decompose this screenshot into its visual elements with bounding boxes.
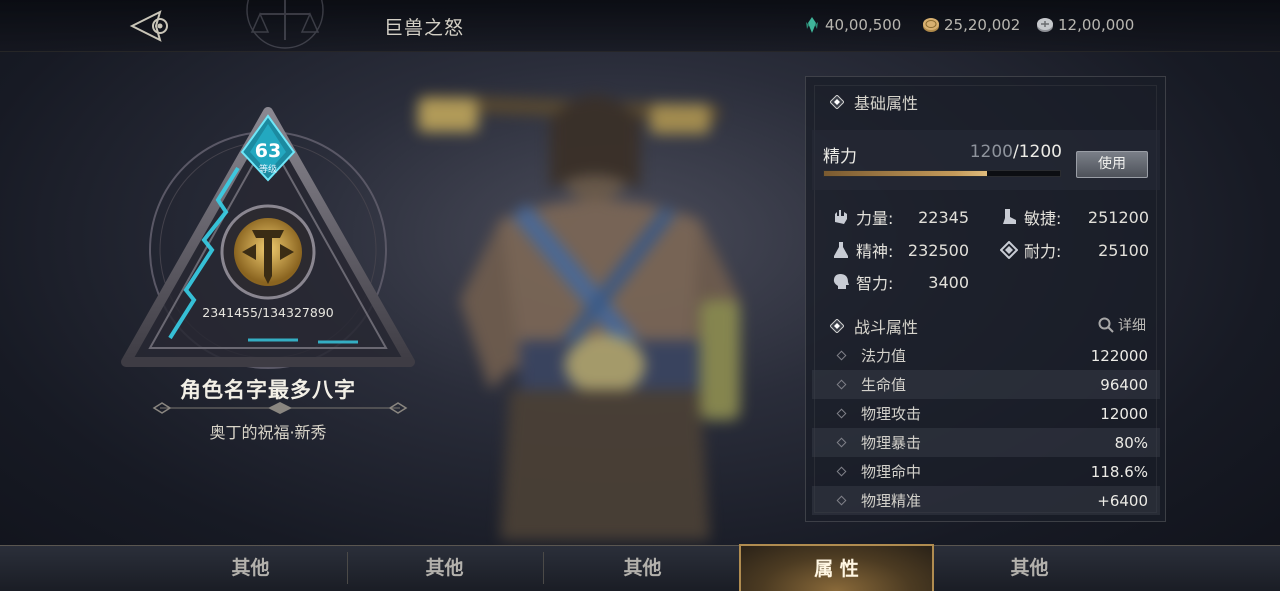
energy-value: 1200/1200 bbox=[940, 142, 1062, 162]
stat-label: 耐力: bbox=[1024, 242, 1062, 261]
fist-icon bbox=[835, 210, 847, 224]
currency-silver: 12,00,000 bbox=[1036, 16, 1134, 34]
energy-bar bbox=[823, 170, 1061, 177]
section-title: 基础属性 bbox=[854, 94, 919, 113]
level-number: 63 bbox=[254, 140, 282, 162]
combat-value: 118.6% bbox=[1090, 462, 1148, 481]
currency-value: 25,20,002 bbox=[944, 16, 1021, 34]
detail-button[interactable]: 详细 bbox=[1098, 315, 1146, 335]
combat-value: 12000 bbox=[1100, 404, 1148, 423]
bullet-diamond-icon bbox=[836, 350, 847, 361]
tab-other-3[interactable]: 其他 bbox=[545, 545, 740, 591]
stat-stamina: 耐力: 25100 bbox=[1000, 238, 1149, 262]
combat-row: 物理暴击 80% bbox=[812, 428, 1160, 457]
stat-value: 25100 bbox=[1098, 240, 1149, 260]
stat-agility: 敏捷: 251200 bbox=[1000, 205, 1149, 229]
stat-value: 251200 bbox=[1087, 207, 1149, 227]
bullet-diamond-icon bbox=[836, 408, 847, 419]
section-title: 战斗属性 bbox=[854, 318, 919, 337]
stat-intelligence: 智力: 3400 bbox=[832, 270, 969, 294]
stat-value: 22345 bbox=[918, 207, 969, 227]
bullet-diamond-icon bbox=[836, 495, 847, 506]
name-ornament-icon bbox=[152, 402, 408, 414]
shield-diamond-icon bbox=[1000, 241, 1018, 259]
stat-value: 232500 bbox=[907, 240, 969, 260]
back-arrow-icon bbox=[129, 10, 168, 42]
currency-crystal: 40,00,500 bbox=[803, 16, 901, 34]
tab-divider bbox=[543, 552, 544, 584]
gold-coin-icon bbox=[923, 18, 939, 32]
back-button[interactable] bbox=[126, 8, 174, 44]
energy-max: /1200 bbox=[1013, 142, 1062, 162]
brain-head-icon bbox=[833, 274, 849, 289]
combat-label: 法力值 bbox=[861, 347, 907, 365]
bullet-diamond-icon bbox=[836, 437, 847, 448]
combat-row: 物理精准 +6400 bbox=[812, 486, 1160, 515]
experience-text: 2341455/134327890 bbox=[202, 305, 334, 320]
currency-value: 40,00,500 bbox=[825, 16, 902, 34]
level-label: 等级 bbox=[258, 165, 277, 175]
combat-label: 物理精准 bbox=[861, 492, 922, 510]
combat-value: 122000 bbox=[1090, 346, 1148, 365]
detail-label: 详细 bbox=[1118, 318, 1146, 334]
stat-label: 精神: bbox=[856, 242, 894, 261]
tab-other-1[interactable]: 其他 bbox=[153, 545, 348, 591]
tab-other-4[interactable]: 其他 bbox=[932, 545, 1127, 591]
currency-gold: 25,20,002 bbox=[922, 16, 1020, 34]
diamond-icon bbox=[830, 319, 844, 333]
bullet-diamond-icon bbox=[836, 466, 847, 477]
stat-strength: 力量: 22345 bbox=[832, 205, 969, 229]
silver-coin-icon bbox=[1037, 18, 1053, 32]
energy-label: 精力 bbox=[823, 147, 857, 167]
boot-icon bbox=[1003, 209, 1016, 224]
combat-row: 法力值 122000 bbox=[812, 341, 1160, 370]
energy-bar-fill bbox=[824, 171, 987, 176]
combat-attributes-header: 战斗属性 bbox=[830, 314, 918, 338]
stat-value: 3400 bbox=[928, 272, 969, 292]
combat-label: 生命值 bbox=[861, 376, 907, 394]
combat-value: +6400 bbox=[1097, 491, 1148, 510]
tab-attributes[interactable]: 属 性 bbox=[739, 544, 934, 591]
green-crystal-icon bbox=[806, 17, 818, 33]
hero-character-image bbox=[418, 94, 740, 540]
combat-value: 96400 bbox=[1100, 375, 1148, 394]
currency-value: 12,00,000 bbox=[1058, 16, 1135, 34]
combat-row: 生命值 96400 bbox=[812, 370, 1160, 399]
character-title: 奥丁的祝福·新秀 bbox=[209, 423, 327, 442]
page-title: 巨兽之怒 bbox=[384, 17, 465, 39]
combat-row: 物理攻击 12000 bbox=[812, 399, 1160, 428]
stat-label: 力量: bbox=[856, 209, 894, 228]
scales-emblem-icon bbox=[246, 0, 324, 49]
stat-label: 敏捷: bbox=[1024, 209, 1062, 228]
combat-label: 物理命中 bbox=[861, 463, 922, 481]
combat-label: 物理暴击 bbox=[861, 434, 922, 452]
stat-spirit: 精神: 232500 bbox=[832, 238, 969, 262]
tab-other-2[interactable]: 其他 bbox=[347, 545, 542, 591]
use-button[interactable]: 使用 bbox=[1076, 151, 1148, 178]
basic-attributes-header: 基础属性 bbox=[830, 90, 918, 114]
combat-row: 物理命中 118.6% bbox=[812, 457, 1160, 486]
combat-label: 物理攻击 bbox=[861, 405, 922, 423]
combat-value: 80% bbox=[1114, 433, 1148, 452]
energy-current: 1200 bbox=[969, 142, 1013, 162]
search-icon bbox=[1098, 317, 1114, 333]
diamond-icon bbox=[830, 95, 844, 109]
bullet-diamond-icon bbox=[836, 379, 847, 390]
stat-label: 智力: bbox=[856, 274, 894, 293]
flask-icon bbox=[834, 242, 848, 258]
